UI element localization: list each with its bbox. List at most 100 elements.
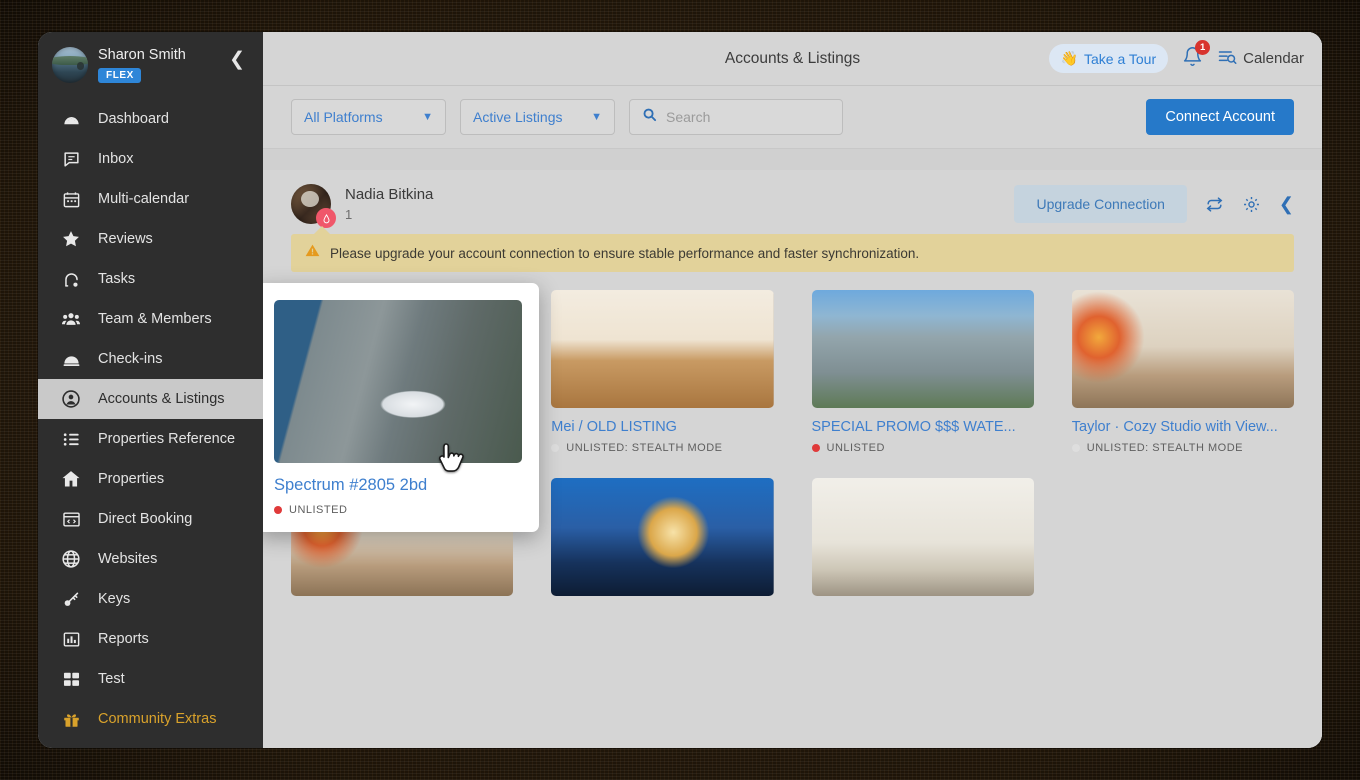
sidebar-item-label: Reviews [98,231,153,248]
sidebar-item-label: Multi-calendar [98,191,190,208]
top-bar: Accounts & Listings 👋 Take a Tour 1 Cale… [263,32,1322,86]
sidebar-item-accounts-listings[interactable]: Accounts & Listings [38,379,263,420]
search-input[interactable] [666,109,830,125]
gear-icon[interactable] [1242,195,1261,214]
calendar-button[interactable]: Calendar [1217,47,1304,71]
sidebar-item-tasks[interactable]: Tasks [38,259,263,299]
sidebar-item-label: Check-ins [98,351,163,368]
home-icon [60,469,82,489]
sidebar-item-reports[interactable]: Reports [38,619,263,659]
sidebar-item-websites[interactable]: Websites [38,539,263,579]
notifications-button[interactable]: 1 [1182,39,1211,72]
listing-status-label: UNLISTED: STEALTH MODE [1086,442,1244,454]
sidebar: Sharon Smith FLEX ❮ Dashboard Inbox Multi-… [38,32,263,748]
sidebar-item-properties[interactable]: Properties [38,459,263,499]
listing-hover-thumbnail [274,300,522,463]
listings-content: Nadia Bitkina 1 Upgrade Connection ❮ Ple… [263,170,1322,748]
warning-triangle-icon [305,243,320,263]
sidebar-item-dashboard[interactable]: Dashboard [38,99,263,139]
sidebar-item-test[interactable]: Test [38,659,263,699]
sidebar-item-label: Reports [98,631,149,648]
listing-status: UNLISTED: STEALTH MODE [551,442,773,454]
warning-text: Please upgrade your account connection t… [330,245,920,261]
sidebar-item-community-extras[interactable]: Community Extras [38,699,263,739]
take-a-tour-button[interactable]: 👋 Take a Tour [1048,44,1169,73]
sidebar-item-inbox[interactable]: Inbox [38,139,263,179]
sidebar-item-reviews[interactable]: Reviews [38,219,263,259]
listing-card[interactable] [811,478,1034,596]
sidebar-item-label: Team & Members [98,311,212,328]
calendar-label: Calendar [1243,50,1304,67]
platform-filter-select[interactable]: All Platforms ▼ [291,99,446,135]
account-meta: Nadia Bitkina 1 [345,186,433,222]
listing-card[interactable] [551,478,774,596]
chat-bubble-icon [60,149,82,169]
listing-hover-title: Spectrum #2805 2bd [274,476,428,494]
sidebar-item-label: Tasks [98,271,136,288]
sidebar-nav: Dashboard Inbox Multi-calendar Reviews Tasks… [38,99,263,739]
status-dot-icon [811,444,820,452]
sidebar-item-team-members[interactable]: Team & Members [38,299,263,339]
account-collapse-icon[interactable]: ❮ [1279,195,1294,213]
airbnb-icon [316,208,336,228]
listing-thumbnail [811,290,1034,408]
platform-filter-value: All Platforms [304,109,383,125]
sidebar-collapse-icon[interactable]: ❮ [229,50,253,79]
listing-thumbnail [551,478,774,596]
account-listing-count: 1 [345,207,353,222]
sidebar-item-label: Direct Booking [98,511,193,528]
sidebar-item-label: Websites [98,551,158,568]
listing-status: UNLISTED: STEALTH MODE [1071,442,1294,454]
account-actions: Upgrade Connection ❮ [1014,185,1294,223]
sidebar-item-multi-calendar[interactable]: Multi-calendar [38,179,263,219]
sidebar-item-keys[interactable]: Keys [38,579,263,619]
search-box[interactable] [629,99,843,135]
user-circle-icon [60,389,82,409]
listing-hover-status-label: UNLISTED [289,504,348,516]
listing-card[interactable]: Mei / OLD LISTING UNLISTED: STEALTH MODE [551,290,774,454]
avatar [52,46,88,83]
star-icon [60,229,82,249]
sidebar-item-label: Accounts & Listings [98,391,225,408]
take-a-tour-label: Take a Tour [1084,50,1157,67]
sidebar-item-label: Properties [98,471,165,488]
listing-card[interactable]: SPECIAL PROMO $$$ WATE... UNLISTED [811,290,1034,454]
listing-title: Taylor · Cozy Studio with View... [1071,419,1278,435]
status-filter-select[interactable]: Active Listings ▼ [460,99,615,135]
account-name: Nadia Bitkina [345,186,434,203]
account-avatar [291,184,336,228]
key-icon [60,589,82,609]
refresh-sync-icon[interactable] [1205,195,1224,214]
status-dot-icon [274,506,282,514]
code-window-icon [60,509,82,529]
dashboard-gauge-icon [60,109,82,129]
chevron-down-icon: ▼ [422,111,433,123]
listing-card[interactable]: Taylor · Cozy Studio with View... UNLISTE… [1071,290,1294,454]
notification-count-badge: 1 [1195,39,1211,55]
list-icon [60,429,82,449]
sidebar-item-label: Inbox [98,151,134,168]
sidebar-item-check-ins[interactable]: Check-ins [38,339,263,379]
search-icon [642,107,657,127]
listing-thumbnail [811,478,1034,596]
listing-thumbnail [551,290,774,408]
bell-dome-icon [60,349,82,369]
upgrade-connection-button[interactable]: Upgrade Connection [1014,185,1187,223]
sidebar-item-label: Test [98,671,125,688]
bar-chart-icon [60,629,82,649]
listing-thumbnail [1071,290,1294,408]
gift-icon [60,709,82,729]
listing-status: UNLISTED [811,442,1034,454]
listing-title: Mei / OLD LISTING [551,419,677,435]
sidebar-user-name: Sharon Smith [98,47,186,63]
grid-squares-icon [60,669,82,689]
sidebar-item-properties-reference[interactable]: Properties Reference [38,419,263,459]
people-group-icon [60,309,82,329]
sidebar-item-direct-booking[interactable]: Direct Booking [38,499,263,539]
upgrade-warning-banner: Please upgrade your account connection t… [291,226,1294,272]
listing-hover-card[interactable]: Spectrum #2805 2bd UNLISTED [263,283,539,532]
connect-account-button[interactable]: Connect Account [1146,99,1294,135]
sidebar-user-header[interactable]: Sharon Smith FLEX ❮ [38,32,263,95]
filter-toolbar: All Platforms ▼ Active Listings ▼ Connec… [263,86,1322,148]
app-window: Sharon Smith FLEX ❮ Dashboard Inbox Multi-… [38,32,1322,748]
